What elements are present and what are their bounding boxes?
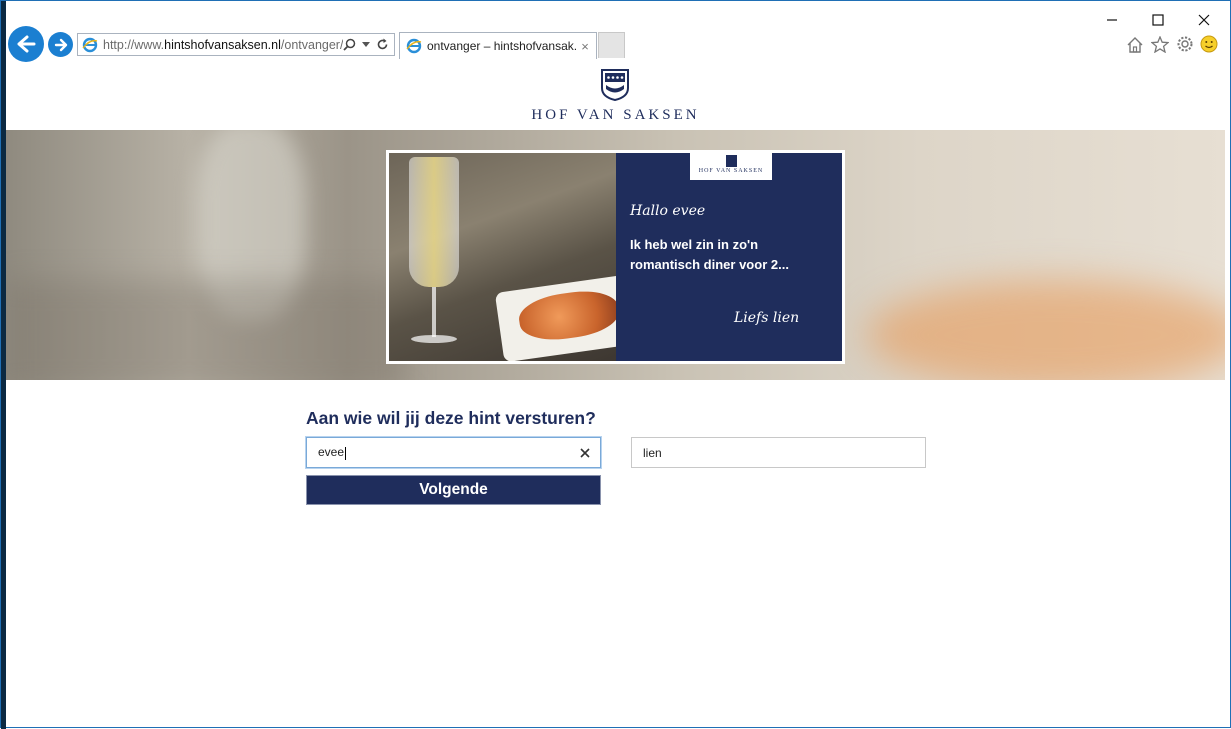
card-brand-name: HOF VAN SAKSEN [698,168,764,174]
minimize-icon [1107,19,1117,21]
hero-table-blur [6,280,406,380]
home-button[interactable] [1124,34,1146,54]
smiley-icon [1200,35,1218,53]
next-button[interactable]: Volgende [306,475,601,505]
address-url[interactable]: http://www.hintshofvansaksen.nl/ontvange… [103,38,343,52]
web-page: HOF VAN SAKSEN HOF VAN SAKSEN Hallo evee… [6,63,1225,727]
browser-chrome: http://www.hintshofvansaksen.nl/ontvange… [6,1,1230,63]
star-icon [1151,35,1169,53]
card-message-panel: HOF VAN SAKSEN Hallo evee Ik heb wel zin… [616,153,842,361]
browser-window: http://www.hintshofvansaksen.nl/ontvange… [0,0,1231,729]
back-button[interactable] [8,26,44,62]
home-icon [1127,36,1143,53]
gear-icon [1177,36,1193,52]
new-tab-button[interactable] [598,32,625,58]
site-brand-name: HOF VAN SAKSEN [531,107,700,123]
maximize-button[interactable] [1146,9,1170,31]
close-icon [1198,14,1210,26]
address-bar[interactable]: http://www.hintshofvansaksen.nl/ontvange… [77,33,395,56]
clear-input-button[interactable] [570,445,600,461]
sender-name-input[interactable]: lien [631,437,926,468]
card-crest-icon [725,155,737,167]
favorites-button[interactable] [1149,34,1171,54]
tab-title: ontvanger – hintshofvansak... [427,39,577,53]
forward-arrow-icon [54,38,67,51]
dropdown-chevron-icon[interactable] [362,41,370,48]
search-icon[interactable] [343,38,356,51]
site-header: HOF VAN SAKSEN [6,63,1225,130]
back-arrow-icon [17,35,36,53]
glass-stem-shape [432,287,436,337]
close-window-button[interactable] [1192,9,1216,31]
glass-base-shape [411,335,457,343]
tab-close-button[interactable]: × [577,39,593,54]
card-greeting: Hallo evee [630,203,706,219]
ie-page-icon [82,37,98,52]
card-logo: HOF VAN SAKSEN [690,153,772,180]
tab-active[interactable]: ontvanger – hintshofvansak... × [399,32,597,59]
settings-button[interactable] [1174,34,1196,54]
hero-food-blur [866,280,1225,380]
recipient-name-input[interactable]: evee [306,437,601,468]
dinner-photo [389,153,616,361]
card-signature: Liefs lien [734,310,800,326]
recipient-name-value: evee [318,445,345,460]
hof-van-saksen-crest-logo[interactable] [600,68,630,101]
hint-preview-card: HOF VAN SAKSEN Hallo evee Ik heb wel zin… [386,150,845,364]
champagne-glass-shape [409,157,459,287]
refresh-icon[interactable] [376,38,389,51]
form-question-heading: Aan wie wil jij deze hint versturen? [306,408,596,428]
feedback-button[interactable] [1198,34,1220,54]
forward-button[interactable] [48,32,73,57]
hero-banner: HOF VAN SAKSEN Hallo evee Ik heb wel zin… [6,130,1225,380]
text-caret [345,446,347,460]
maximize-icon [1152,14,1164,26]
card-message: Ik heb wel zin in zo'n romantisch diner … [630,237,789,272]
sender-name-value: lien [643,445,662,460]
clear-x-icon [580,447,590,458]
minimize-button[interactable] [1100,9,1124,31]
ie-tab-icon [406,38,422,54]
